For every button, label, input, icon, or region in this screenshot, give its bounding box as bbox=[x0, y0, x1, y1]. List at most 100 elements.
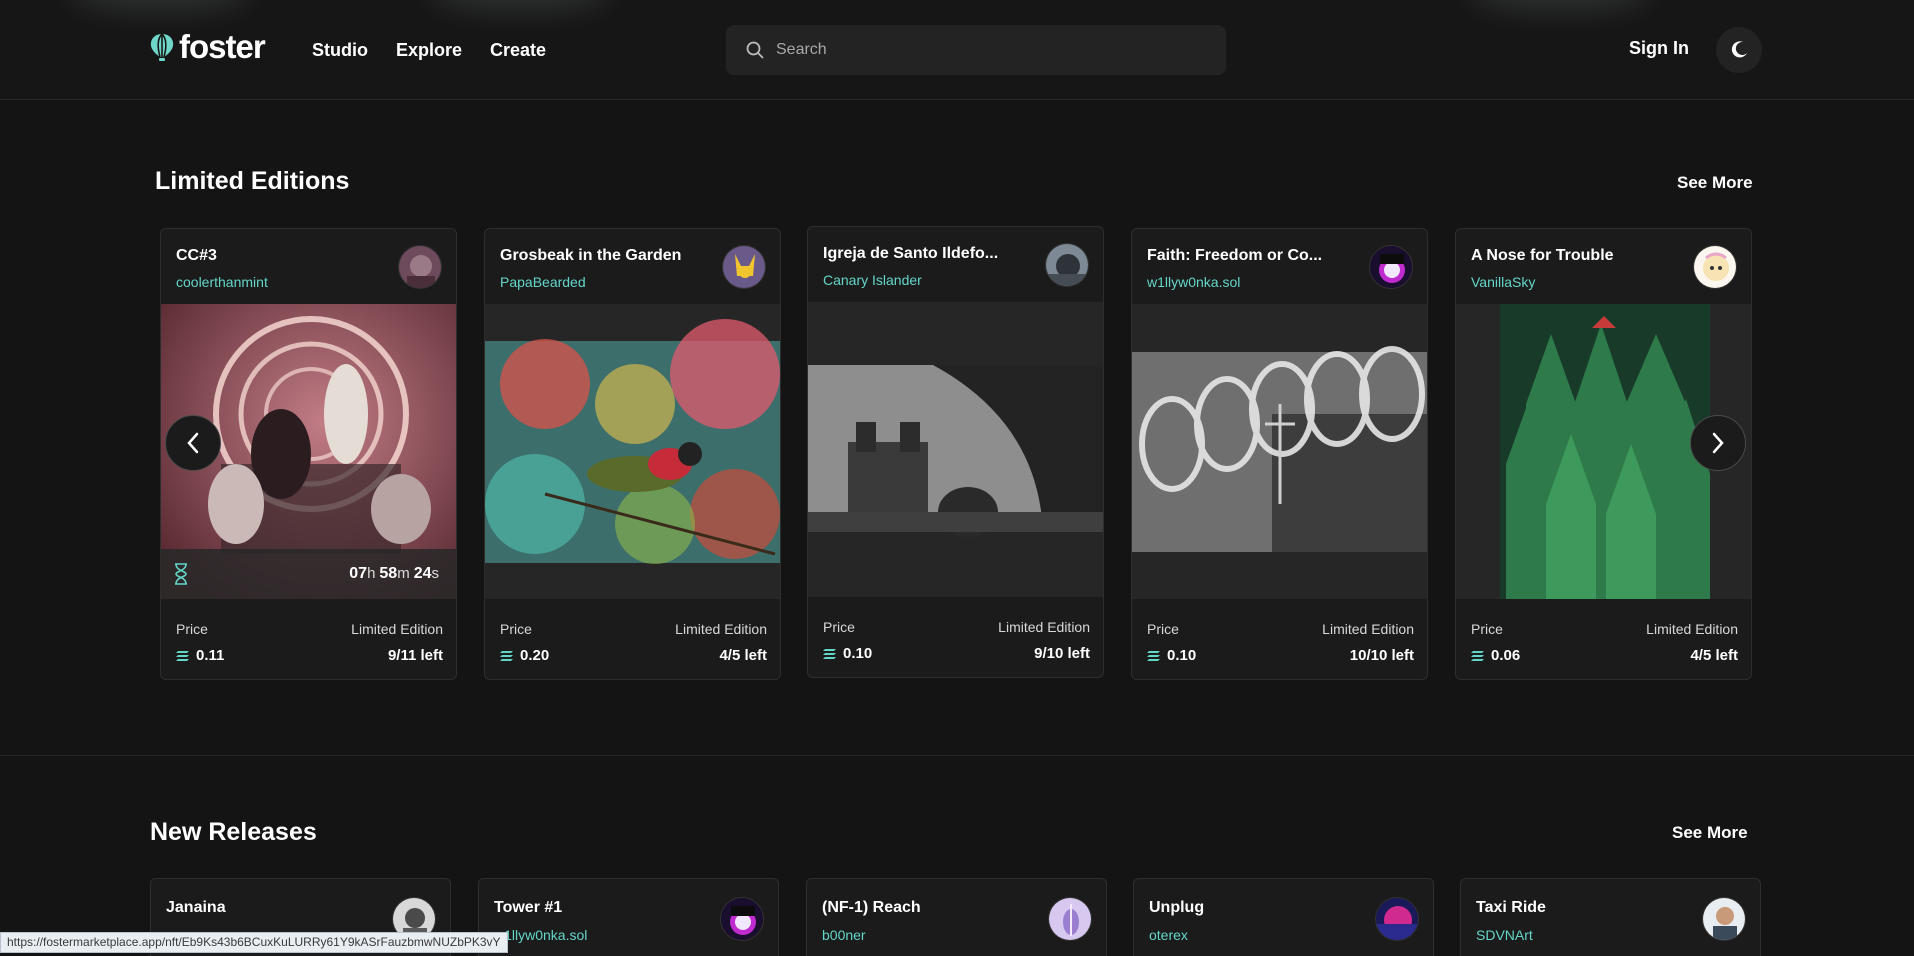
editions-left: 10/10 left bbox=[1349, 647, 1414, 664]
card-title: Janaina bbox=[166, 899, 226, 916]
release-card[interactable]: Tower #1 w1llyw0nka.sol bbox=[478, 878, 779, 956]
card-artist-link[interactable]: b00ner bbox=[822, 927, 866, 943]
artist-avatar[interactable] bbox=[1702, 897, 1746, 941]
artist-avatar[interactable] bbox=[1369, 245, 1413, 289]
card-header: Igreja de Santo Ildefo... Canary Islande… bbox=[808, 227, 1103, 302]
card-artist-link[interactable]: PapaBearded bbox=[500, 274, 586, 290]
artwork-image[interactable] bbox=[485, 304, 780, 599]
price-label: Price bbox=[500, 621, 532, 637]
card-artist-link[interactable]: w1llyw0nka.sol bbox=[1147, 274, 1240, 290]
editions-left: 4/5 left bbox=[1690, 647, 1738, 664]
edition-label: Limited Edition bbox=[675, 621, 767, 637]
card-title: Faith: Freedom or Co... bbox=[1147, 247, 1323, 264]
search-icon bbox=[746, 41, 764, 59]
card-title: CC#3 bbox=[176, 247, 217, 264]
card-header: A Nose for Trouble VanillaSky bbox=[1456, 229, 1751, 304]
card-footer: Price Limited Edition 0.11 9/11 left bbox=[161, 599, 456, 679]
card-title: Igreja de Santo Ildefo... bbox=[823, 245, 999, 262]
search-input[interactable] bbox=[776, 41, 1196, 59]
artist-avatar[interactable] bbox=[722, 245, 766, 289]
artist-avatar[interactable] bbox=[1375, 897, 1419, 941]
moon-icon bbox=[1731, 41, 1747, 58]
artist-avatar[interactable] bbox=[1693, 245, 1737, 289]
price-label: Price bbox=[1147, 621, 1179, 637]
new-releases-heading: New Releases bbox=[150, 818, 317, 846]
solana-icon bbox=[823, 648, 836, 659]
balloon-logo-icon bbox=[150, 32, 174, 61]
theme-toggle-button[interactable] bbox=[1716, 27, 1762, 73]
release-card[interactable]: Taxi Ride SDVNArt bbox=[1460, 878, 1761, 956]
solana-icon bbox=[176, 650, 189, 661]
nav-explore[interactable]: Explore bbox=[396, 40, 462, 61]
nav-studio[interactable]: Studio bbox=[312, 40, 368, 61]
card-footer: Price Limited Edition 0.20 4/5 left bbox=[485, 599, 780, 679]
main-nav: Studio Explore Create bbox=[312, 40, 546, 61]
auction-timer-bar: 07h 58m 24s bbox=[161, 549, 456, 599]
sign-in-button[interactable]: Sign In bbox=[1629, 38, 1689, 59]
artist-avatar[interactable] bbox=[398, 245, 442, 289]
card-title: Tower #1 bbox=[494, 899, 563, 916]
release-card[interactable]: Unplug oterex bbox=[1133, 878, 1434, 956]
top-header: foster Studio Explore Create Sign In bbox=[0, 0, 1914, 100]
editions-left: 9/11 left bbox=[387, 647, 443, 664]
card-artist-link[interactable]: Canary Islander bbox=[823, 272, 922, 288]
edition-card[interactable]: Igreja de Santo Ildefo... Canary Islande… bbox=[807, 226, 1104, 678]
editions-left: 4/5 left bbox=[719, 647, 767, 664]
card-header: CC#3 coolerthanmint bbox=[161, 229, 456, 304]
nav-create[interactable]: Create bbox=[490, 40, 546, 61]
card-footer: Price Limited Edition 0.10 9/10 left bbox=[808, 597, 1103, 677]
card-title: (NF-1) Reach bbox=[822, 899, 921, 916]
edition-label: Limited Edition bbox=[1322, 621, 1414, 637]
countdown-timer: 07h 58m 24s bbox=[349, 565, 439, 582]
price-label: Price bbox=[823, 619, 855, 635]
card-title: Grosbeak in the Garden bbox=[500, 247, 682, 264]
price-value: 0.10 bbox=[1147, 647, 1196, 664]
artist-avatar[interactable] bbox=[720, 897, 764, 941]
artwork-image[interactable] bbox=[1132, 304, 1427, 599]
hourglass-icon bbox=[175, 563, 187, 585]
chevron-right-icon bbox=[1712, 432, 1724, 454]
solana-icon bbox=[500, 650, 513, 661]
card-title: Taxi Ride bbox=[1476, 899, 1546, 916]
card-footer: Price Limited Edition 0.06 4/5 left bbox=[1456, 599, 1751, 679]
artwork-image[interactable] bbox=[808, 302, 1103, 597]
release-card[interactable]: (NF-1) Reach b00ner bbox=[806, 878, 1107, 956]
card-header: Faith: Freedom or Co... w1llyw0nka.sol bbox=[1132, 229, 1427, 304]
card-artist-link[interactable]: coolerthanmint bbox=[176, 274, 268, 290]
card-header: Grosbeak in the Garden PapaBearded bbox=[485, 229, 780, 304]
artist-avatar[interactable] bbox=[1048, 897, 1092, 941]
foster-logo[interactable]: foster bbox=[149, 28, 266, 65]
limited-editions-heading: Limited Editions bbox=[155, 167, 350, 195]
price-label: Price bbox=[1471, 621, 1503, 637]
limited-editions-see-more-button[interactable]: See More bbox=[1677, 173, 1753, 193]
card-title: Unplug bbox=[1149, 899, 1205, 916]
header-backdrop-blur bbox=[70, 0, 250, 10]
price-value: 0.11 bbox=[176, 647, 224, 664]
header-backdrop-blur bbox=[430, 0, 610, 10]
logo-wordmark: foster bbox=[179, 28, 266, 65]
section-divider bbox=[0, 755, 1914, 756]
artist-avatar[interactable] bbox=[1045, 243, 1089, 287]
edition-label: Limited Edition bbox=[998, 619, 1090, 635]
price-value: 0.20 bbox=[500, 647, 549, 664]
price-value: 0.06 bbox=[1471, 647, 1520, 664]
new-releases-see-more-button[interactable]: See More bbox=[1672, 823, 1748, 843]
solana-icon bbox=[1471, 650, 1484, 661]
card-artist-link[interactable]: SDVNArt bbox=[1476, 927, 1533, 943]
browser-status-url: https://fostermarketplace.app/nft/Eb9Ks4… bbox=[0, 932, 508, 953]
edition-card[interactable]: Faith: Freedom or Co... w1llyw0nka.sol P… bbox=[1131, 228, 1428, 680]
header-backdrop-blur bbox=[1470, 0, 1650, 10]
card-artist-link[interactable]: oterex bbox=[1149, 927, 1188, 943]
carousel-prev-button[interactable] bbox=[165, 415, 221, 471]
carousel-next-button[interactable] bbox=[1690, 415, 1746, 471]
search-box[interactable] bbox=[726, 25, 1226, 75]
chevron-left-icon bbox=[187, 432, 199, 454]
price-value: 0.10 bbox=[823, 645, 872, 662]
card-artist-link[interactable]: VanillaSky bbox=[1471, 274, 1535, 290]
edition-card[interactable]: Grosbeak in the Garden PapaBearded Price… bbox=[484, 228, 781, 680]
edition-label: Limited Edition bbox=[351, 621, 443, 637]
price-label: Price bbox=[176, 621, 208, 637]
editions-left: 9/10 left bbox=[1034, 645, 1090, 662]
card-title: A Nose for Trouble bbox=[1471, 247, 1614, 264]
card-artist-link[interactable]: w1llyw0nka.sol bbox=[494, 927, 587, 943]
